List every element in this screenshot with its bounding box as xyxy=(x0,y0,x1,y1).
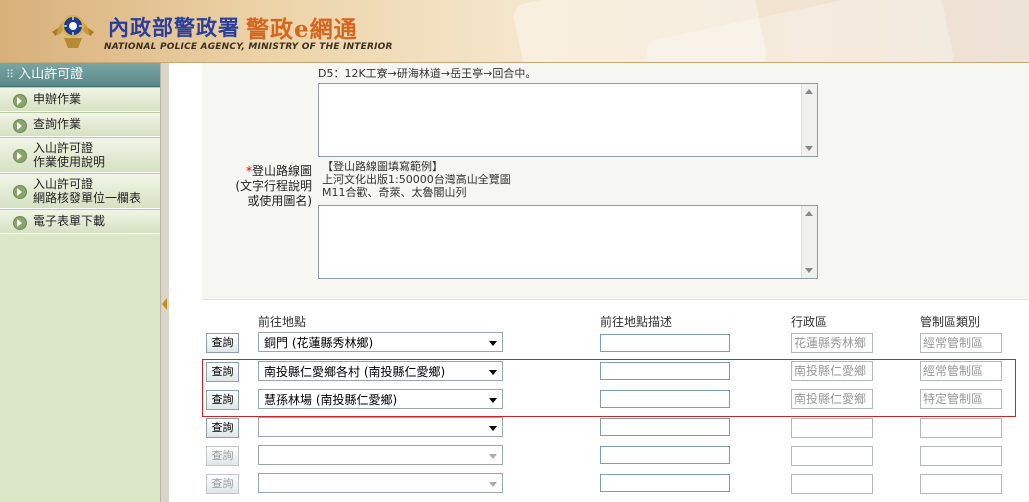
chevron-down-icon xyxy=(489,370,497,375)
query-button[interactable]: 查詢 xyxy=(206,362,239,382)
textarea-scrollbar[interactable] xyxy=(801,84,817,156)
zone-type-field xyxy=(920,418,1002,438)
bullet-arrow-icon xyxy=(13,93,27,108)
chevron-down-icon xyxy=(489,426,497,431)
district-field xyxy=(791,418,873,438)
zone-type-field: 經常管制區 xyxy=(920,333,1002,353)
description-input[interactable] xyxy=(600,446,730,464)
itinerary-textarea[interactable] xyxy=(318,83,818,157)
col-header-zone-type: 管制區類別 xyxy=(920,315,981,329)
page-header: 內政部警政署 警政e網通 NATIONAL POLICE AGENCY, MIN… xyxy=(0,0,1029,63)
zone-type-field xyxy=(920,446,1002,466)
agency-title-en: NATIONAL POLICE AGENCY, MINISTRY OF THE … xyxy=(104,42,393,52)
itinerary-hint-text: D5：12K工寮→研海林道→岳王亭→回合中。 xyxy=(318,67,537,80)
zone-type-field xyxy=(920,474,1002,494)
scroll-up-icon[interactable] xyxy=(805,89,813,94)
destination-select[interactable]: 慧孫林場 (南投縣仁愛鄉) xyxy=(258,389,503,409)
sidebar-item-apply[interactable]: 申辦作業 xyxy=(0,87,160,112)
description-input[interactable] xyxy=(600,418,730,436)
sidebar-heading: ⠿ 入山許可證 xyxy=(0,63,160,87)
route-map-textarea[interactable] xyxy=(318,205,818,279)
sidebar-item-query[interactable]: 查詢作業 xyxy=(0,112,160,137)
scroll-up-icon[interactable] xyxy=(805,211,813,216)
chevron-down-icon xyxy=(489,341,497,346)
destination-select[interactable] xyxy=(258,445,503,465)
police-emblem-icon xyxy=(52,15,94,48)
query-button[interactable]: 查詢 xyxy=(206,333,239,353)
textarea-scrollbar[interactable] xyxy=(801,206,817,278)
district-field xyxy=(791,446,873,466)
description-input[interactable] xyxy=(600,334,730,352)
query-button[interactable]: 查詢 xyxy=(206,418,239,438)
sidebar-splitter[interactable] xyxy=(160,63,169,502)
route-map-hint: 【登山路線圖填寫範例】 上河文化出版1:50000台灣高山全覽圖 M11合歡、奇… xyxy=(322,160,511,199)
bullet-arrow-icon xyxy=(13,118,27,133)
bullet-arrow-icon xyxy=(13,215,27,230)
agency-title: 內政部警政署 xyxy=(108,15,240,40)
destination-select[interactable] xyxy=(258,473,503,493)
sidebar: ⠿ 入山許可證 申辦作業 查詢作業 入山許可證 作業使用說明 入山許可證 網路核發… xyxy=(0,63,160,502)
zone-type-field: 特定管制區 xyxy=(920,389,1002,409)
destination-select[interactable]: 南投縣仁愛鄉各村 (南投縣仁愛鄉) xyxy=(258,361,503,381)
query-button[interactable]: 查詢 xyxy=(206,390,239,410)
query-button[interactable]: 查詢 xyxy=(206,446,239,466)
col-header-description: 前往地點描述 xyxy=(600,315,673,329)
sidebar-item-manual[interactable]: 入山許可證 作業使用說明 xyxy=(0,137,160,173)
sidebar-item-issuers[interactable]: 入山許可證 網路核發單位一欄表 xyxy=(0,173,160,209)
system-title: 警政e網通 xyxy=(246,16,358,43)
district-field xyxy=(791,474,873,494)
col-header-district: 行政區 xyxy=(791,315,828,329)
bullet-arrow-icon xyxy=(13,185,27,199)
chevron-down-icon xyxy=(489,454,497,459)
chevron-down-icon xyxy=(489,482,497,487)
district-field: 南投縣仁愛鄉 xyxy=(791,361,873,381)
scroll-down-icon[interactable] xyxy=(805,268,813,273)
collapse-arrow-icon[interactable] xyxy=(162,298,167,310)
zone-type-field: 經常管制區 xyxy=(920,361,1002,381)
main-content: D5：12K工寮→研海林道→岳王亭→回合中。 *登山路線圖 (文字行程說明 或使… xyxy=(169,63,1029,502)
grip-icon: ⠿ xyxy=(6,68,15,81)
destination-select[interactable]: 銅門 (花蓮縣秀林鄉) xyxy=(258,332,503,352)
sidebar-item-forms-download[interactable]: 電子表單下載 xyxy=(0,209,160,234)
description-input[interactable] xyxy=(600,362,730,380)
route-map-label: *登山路線圖 (文字行程說明 或使用圖名) xyxy=(235,164,312,208)
col-header-destination: 前往地點 xyxy=(258,315,307,329)
description-input[interactable] xyxy=(600,474,730,492)
query-button[interactable]: 查詢 xyxy=(206,474,239,494)
description-input[interactable] xyxy=(600,390,730,408)
form-panel: D5：12K工寮→研海林道→岳王亭→回合中。 *登山路線圖 (文字行程說明 或使… xyxy=(202,63,1029,300)
destination-select[interactable] xyxy=(258,417,503,437)
district-field: 南投縣仁愛鄉 xyxy=(791,389,873,409)
bullet-arrow-icon xyxy=(13,149,27,163)
scroll-down-icon[interactable] xyxy=(805,146,813,151)
chevron-down-icon xyxy=(489,398,497,403)
district-field: 花蓮縣秀林鄉 xyxy=(791,333,873,353)
